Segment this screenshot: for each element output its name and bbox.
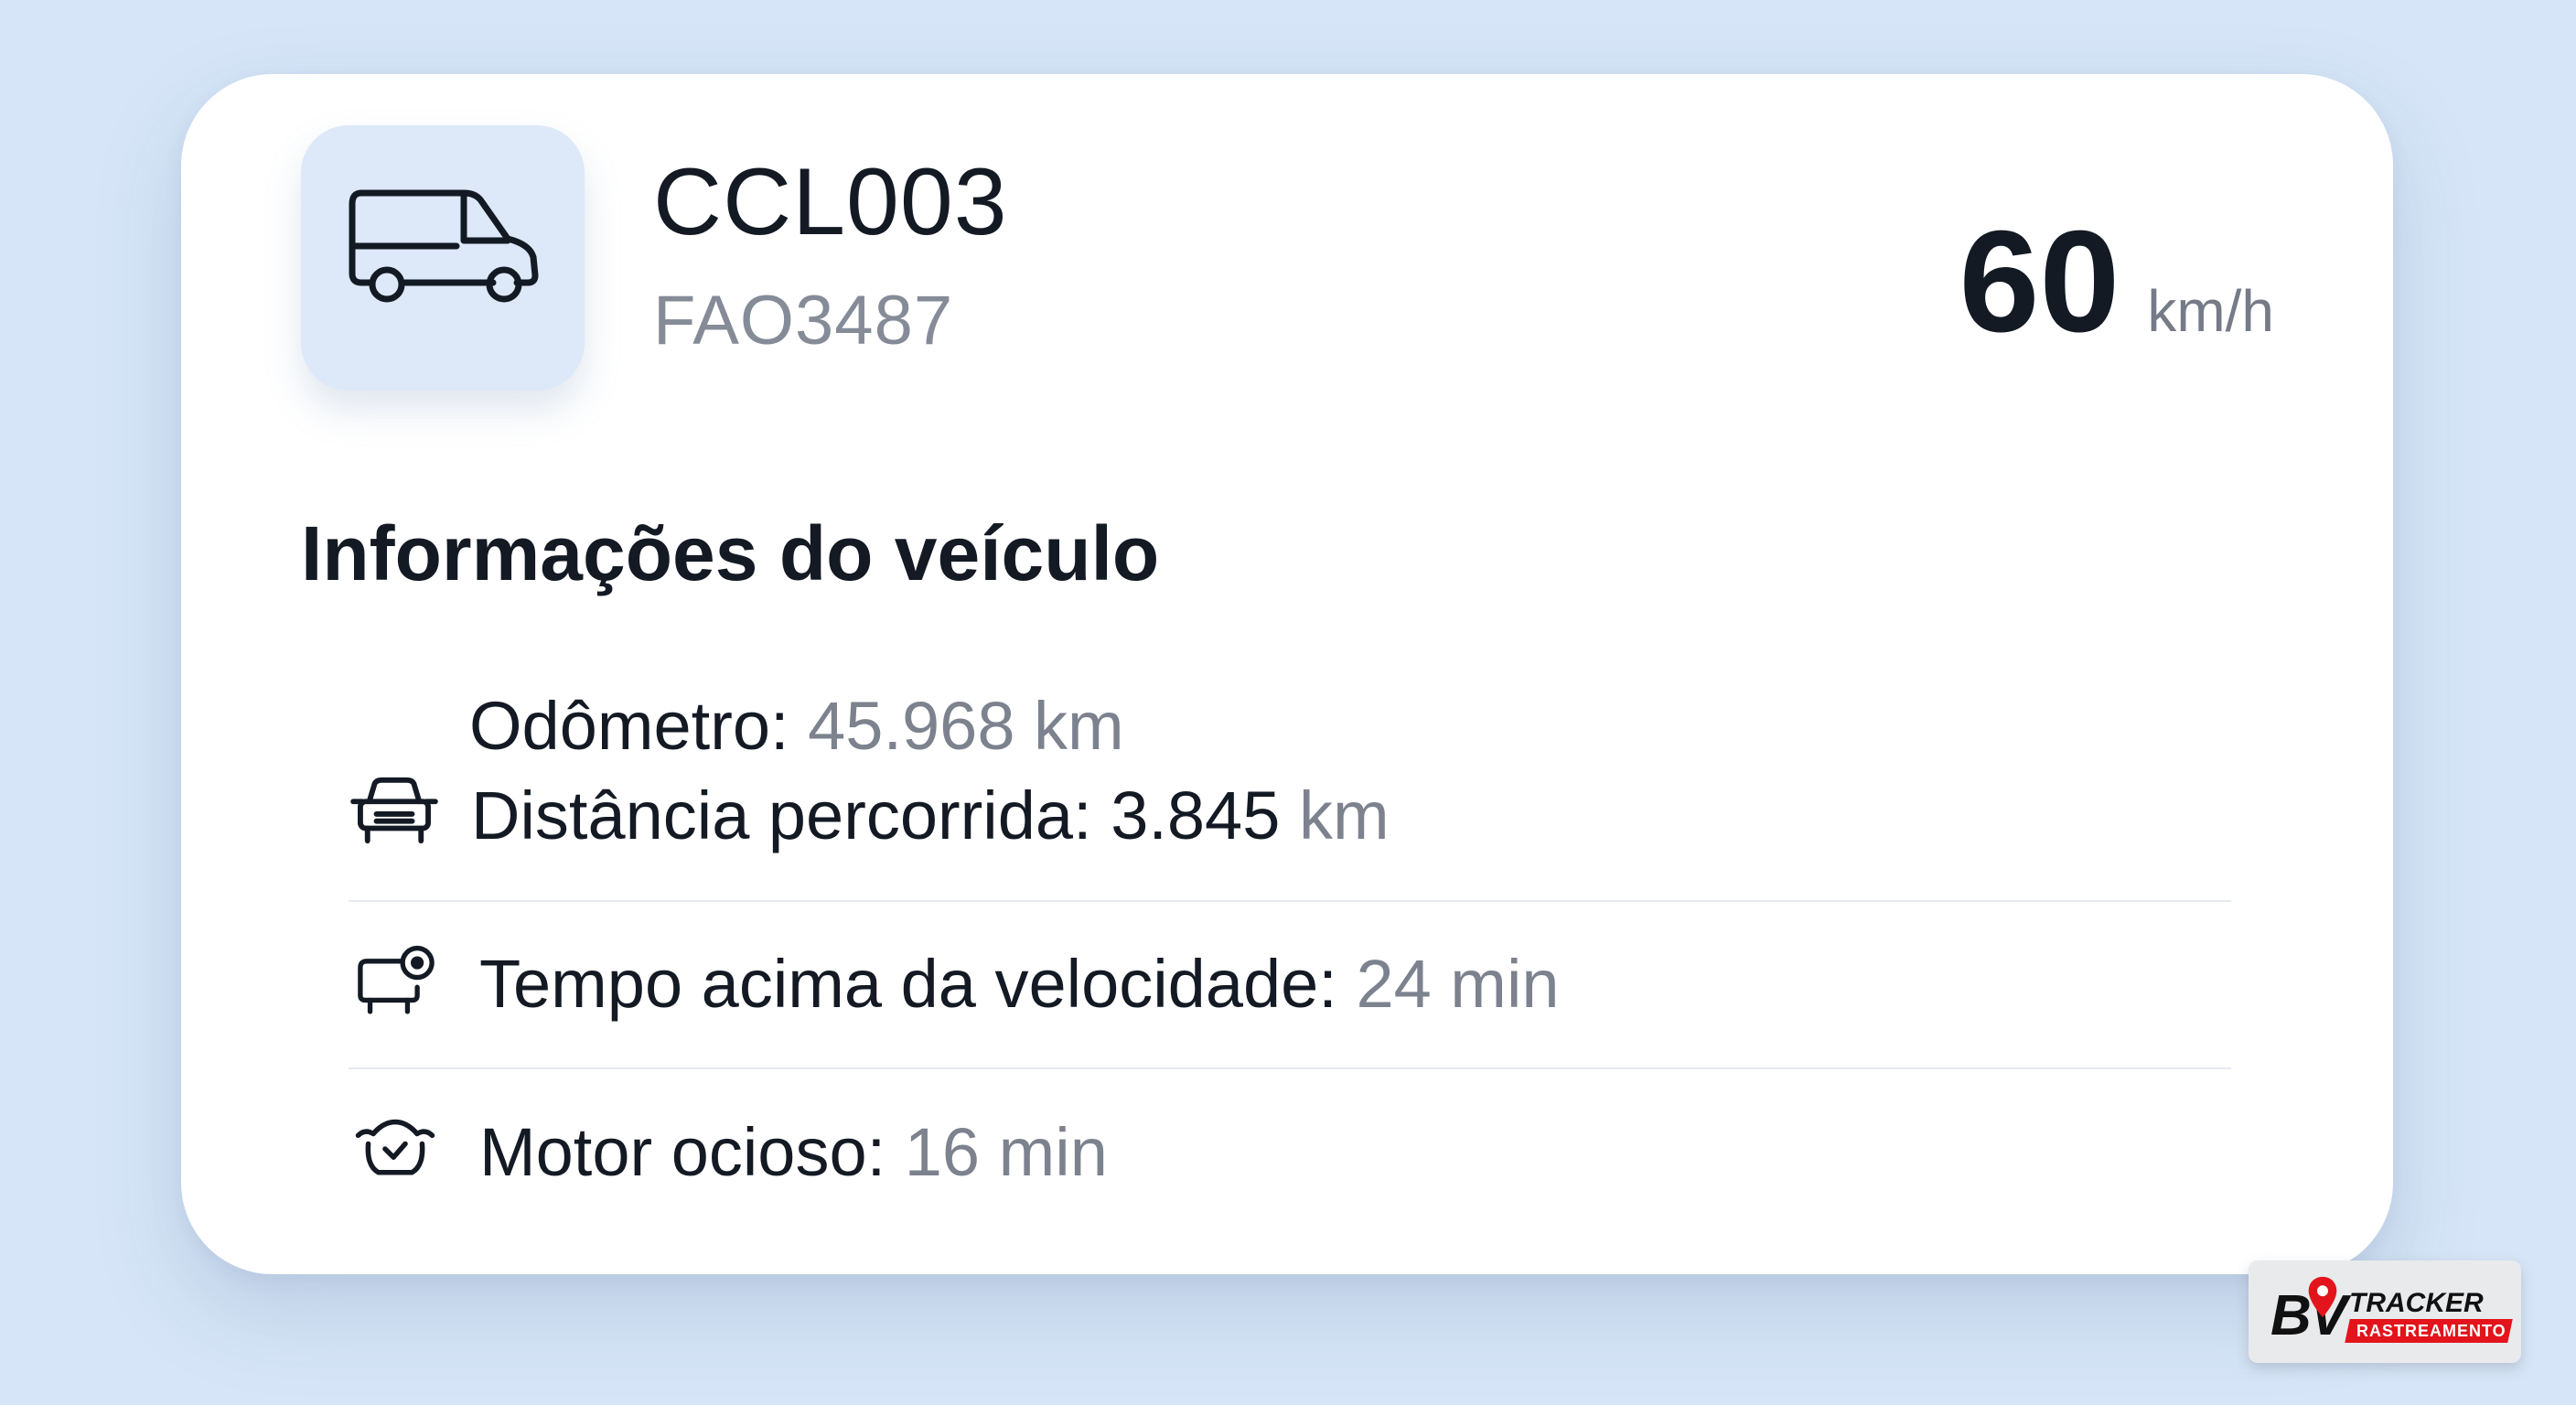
vehicle-plate: FAO3487: [653, 282, 954, 359]
divider: [349, 900, 2231, 902]
idle-line: Motor ocioso: 16 min: [479, 1119, 1108, 1186]
distance-unit: km: [1298, 778, 1390, 853]
odometer-value: 45.968 km: [808, 688, 1124, 764]
section-title: Informações do veículo: [301, 510, 1160, 596]
distance-value: 3.845: [1111, 778, 1281, 853]
idle-value: 16 min: [904, 1114, 1108, 1190]
distance-label: Distância percorrida:: [471, 778, 1092, 853]
speeding-value: 24 min: [1356, 946, 1560, 1022]
brand-logo: BV TRACKER RASTREAMENTO: [2249, 1260, 2521, 1363]
location-pin-icon: [2308, 1276, 2337, 1318]
van-icon: [349, 189, 539, 303]
car-front-icon: [350, 777, 438, 844]
odometer-label: Odômetro:: [469, 688, 789, 764]
speeding-line: Tempo acima da velocidade: 24 min: [479, 950, 1560, 1018]
speeding-label: Tempo acima da velocidade:: [479, 946, 1337, 1022]
idle-label: Motor ocioso:: [479, 1114, 886, 1190]
divider: [349, 1067, 2231, 1069]
odometer-line: Odômetro: 45.968 km: [469, 692, 1124, 760]
distance-line: Distância percorrida: 3.845 km: [471, 782, 1390, 850]
vehicle-card: CCL003 FAO3487 60 km/h Informações do ve…: [181, 74, 2393, 1274]
speed-value: 60: [1959, 201, 2120, 362]
speed-display: 60 km/h: [1959, 209, 2274, 354]
logo-tagline: RASTREAMENTO: [2356, 1322, 2506, 1340]
speed-unit: km/h: [2147, 278, 2274, 344]
vehicle-icon-tile: [301, 125, 585, 391]
engine-icon: [355, 1119, 435, 1175]
speed-alert-icon: [358, 945, 435, 1014]
logo-word: TRACKER: [2349, 1288, 2484, 1318]
vehicle-name: CCL003: [653, 149, 1008, 255]
